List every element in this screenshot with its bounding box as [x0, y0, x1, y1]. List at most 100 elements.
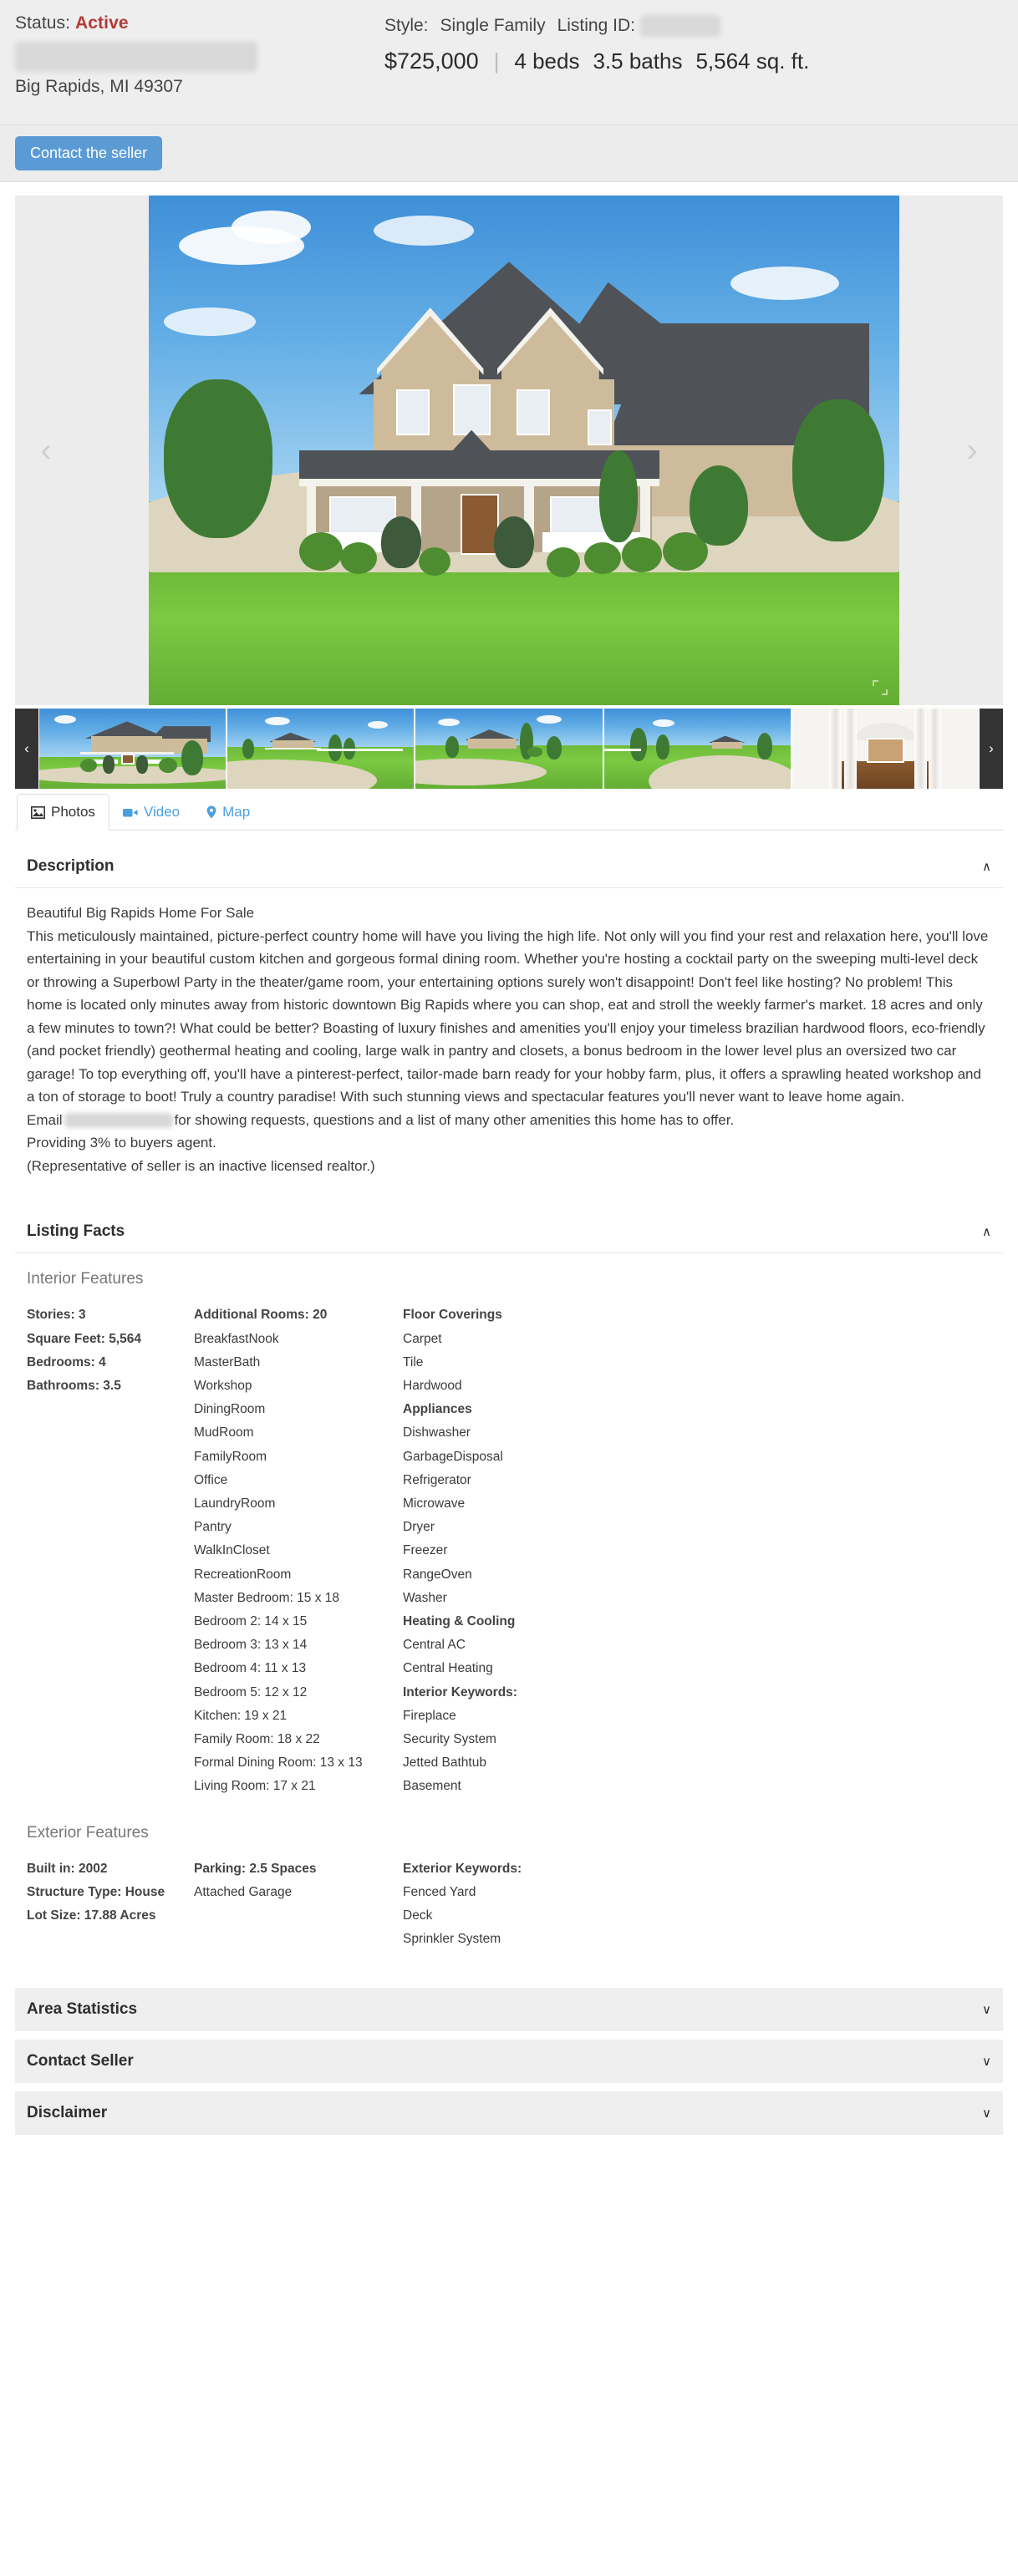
collapsed-sections: Area Statistics ∨ Contact Seller ∨ Discl… — [0, 1988, 1018, 2136]
fact-item: Family Room: 18 x 22 — [194, 1732, 320, 1747]
hero-photo[interactable] — [149, 196, 899, 705]
thumbnail-front-exterior[interactable] — [39, 709, 227, 789]
fact-item: Tile — [403, 1354, 424, 1369]
exterior-column-2: Parking: 2.5 Spaces Attached Garage — [194, 1857, 403, 1904]
listing-facts-header[interactable]: Listing Facts ∧ — [15, 1211, 1003, 1254]
fact-item: Formal Dining Room: 13 x 13 — [194, 1755, 363, 1771]
chevron-down-icon[interactable]: ∨ — [982, 2004, 991, 2016]
cta-bar: Contact the seller — [0, 125, 1018, 182]
fact-item: WalkInCloset — [194, 1543, 270, 1558]
exterior-keywords-head: Exterior Keywords: — [403, 1861, 522, 1876]
map-pin-icon — [206, 805, 216, 819]
feature-group-head: Interior Keywords: — [403, 1684, 517, 1700]
additional-rooms-head: Additional Rooms: 20 — [194, 1308, 328, 1323]
style-value: Single Family — [440, 16, 546, 35]
fact-item: Bedroom 3: 13 x 14 — [194, 1638, 308, 1653]
section-disclaimer[interactable]: Disclaimer ∨ — [15, 2091, 1003, 2136]
tab-video[interactable]: Video — [109, 795, 193, 830]
description-header[interactable]: Description ∧ — [15, 846, 1003, 888]
buyers-agent-note: Providing 3% to buyers agent. — [27, 1135, 216, 1151]
section-area-statistics[interactable]: Area Statistics ∨ — [15, 1988, 1003, 2032]
header-right: Style: Single Family Listing ID: $725,00… — [366, 12, 1003, 74]
fact-item: BreakfastNook — [194, 1331, 279, 1346]
fact-item: RecreationRoom — [194, 1567, 292, 1582]
contact-seller-title: Contact Seller — [27, 2052, 134, 2070]
fact-item: Built in: 2002 — [27, 1861, 108, 1876]
chevron-down-icon[interactable]: ∨ — [982, 2107, 991, 2120]
address-redacted — [15, 42, 257, 72]
house-exterior-image — [149, 196, 899, 705]
fact-item: MudRoom — [194, 1425, 254, 1440]
fact-item: Structure Type: House — [27, 1884, 165, 1899]
tab-map[interactable]: Map — [193, 795, 263, 830]
style-and-id-line: Style: Single Family Listing ID: — [384, 15, 1003, 37]
fact-item: Security System — [403, 1732, 496, 1747]
status-label: Status: — [15, 13, 71, 33]
video-icon — [122, 807, 138, 818]
fact-item: MasterBath — [194, 1354, 261, 1369]
thumbnail-driveway-view-1[interactable] — [227, 709, 415, 789]
fact-item: Bathrooms: 3.5 — [27, 1378, 121, 1393]
fact-item: Living Room: 17 x 21 — [194, 1779, 316, 1794]
fact-item: RangeOven — [403, 1567, 472, 1582]
tab-video-label: Video — [143, 804, 181, 820]
listing-id-redacted — [639, 15, 720, 37]
fact-item: DiningRoom — [194, 1402, 266, 1417]
gallery-next-arrow[interactable]: › — [953, 434, 991, 467]
exterior-column-1: Built in: 2002 Structure Type: House Lot S… — [27, 1857, 194, 1928]
price-divider: | — [493, 48, 500, 74]
chevron-down-icon[interactable]: ∨ — [982, 2055, 991, 2068]
listing-facts-title: Listing Facts — [27, 1222, 125, 1241]
fact-item: Lot Size: 17.88 Acres — [27, 1908, 156, 1923]
exterior-column-3: Exterior Keywords: Fenced Yard Deck Sprink… — [403, 1857, 620, 1952]
expand-icon[interactable] — [873, 680, 888, 695]
fact-item: Pantry — [194, 1520, 232, 1535]
fact-item: Carpet — [403, 1331, 442, 1346]
listing-id-label: Listing ID: — [557, 16, 635, 35]
email-redacted — [64, 1113, 173, 1129]
thumbnail-driveway-view-2[interactable] — [415, 709, 603, 789]
description-title: Description — [27, 857, 115, 875]
thumbnail-strip[interactable]: ‹ › — [15, 709, 1003, 789]
city-state-zip: Big Rapids, MI 49307 — [15, 77, 183, 96]
fact-item: Basement — [403, 1779, 461, 1794]
fact-item: Bedrooms: 4 — [27, 1354, 106, 1369]
listing-header: Status: Active Big Rapids, MI 49307 Styl… — [0, 0, 1018, 125]
fact-item: Hardwood — [403, 1378, 462, 1393]
description-body: Beautiful Big Rapids Home For Sale This … — [15, 888, 1003, 1196]
fact-item: Kitchen: 19 x 21 — [194, 1708, 288, 1723]
disclaimer-title: Disclaimer — [27, 2104, 108, 2122]
thumbnail-prev-button[interactable]: ‹ — [15, 709, 38, 789]
fact-item: Sprinkler System — [403, 1932, 501, 1947]
chevron-up-icon[interactable]: ∧ — [982, 861, 991, 873]
photos-icon — [31, 805, 45, 819]
fact-item: Bedroom 2: 14 x 15 — [194, 1614, 308, 1629]
fact-item: Washer — [403, 1590, 447, 1605]
exterior-features-columns: Built in: 2002 Structure Type: House Lot S… — [27, 1857, 991, 1952]
representative-note: (Representative of seller is an inactive… — [27, 1157, 375, 1174]
exterior-features-title: Exterior Features — [27, 1823, 149, 1842]
gallery-prev-arrow[interactable]: ‹ — [27, 434, 65, 467]
fact-item: Central AC — [403, 1638, 466, 1653]
photo-gallery[interactable]: ‹ › — [15, 196, 1003, 705]
exterior-features-block: Exterior Features Built in: 2002 Structur… — [27, 1824, 991, 1952]
thumbnail-driveway-view-3[interactable] — [603, 709, 791, 789]
thumbnail-next-button[interactable]: › — [980, 709, 1003, 789]
status-line: Status: Active — [15, 13, 366, 33]
fact-item: Bedroom 5: 12 x 12 — [194, 1684, 308, 1700]
tab-photos[interactable]: Photos — [17, 794, 109, 831]
tab-photos-label: Photos — [51, 804, 95, 820]
chevron-up-icon[interactable]: ∧ — [982, 1226, 991, 1238]
fact-item: Refrigerator — [403, 1472, 471, 1487]
listing-page: Status: Active Big Rapids, MI 49307 Styl… — [0, 0, 1018, 2136]
parking-head: Parking: 2.5 Spaces — [194, 1861, 317, 1876]
interior-column-2: Additional Rooms: 20 BreakfastNook Master… — [194, 1303, 403, 1798]
section-contact-seller[interactable]: Contact Seller ∨ — [15, 2040, 1003, 2084]
thumbnail-foyer-interior[interactable] — [791, 709, 980, 789]
interior-features-columns: Stories: 3 Square Feet: 5,564 Bedrooms: 4 B… — [27, 1303, 991, 1798]
fact-item: Stories: 3 — [27, 1308, 86, 1323]
listing-facts-section: Listing Facts ∧ Interior Features Storie… — [15, 1211, 1003, 1969]
fact-item: Freezer — [403, 1543, 448, 1558]
contact-seller-button[interactable]: Contact the seller — [15, 136, 163, 170]
style-label: Style: — [384, 16, 429, 35]
